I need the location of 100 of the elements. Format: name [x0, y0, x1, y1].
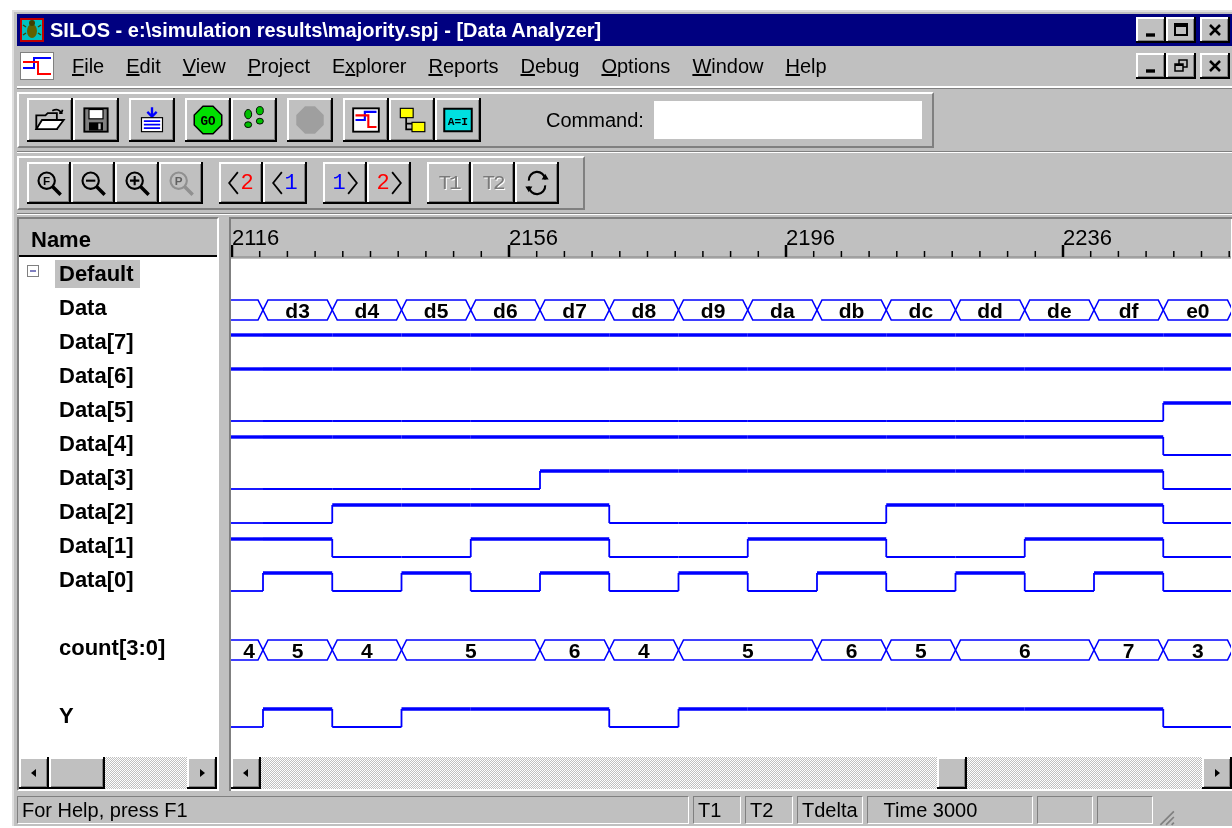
maximize-button[interactable] — [1166, 17, 1196, 43]
menu-item[interactable]: Project — [237, 54, 320, 78]
cursor-left-button[interactable]: 1 — [263, 162, 307, 204]
wave-button[interactable] — [343, 98, 389, 142]
chevron-left-icon — [228, 171, 240, 195]
step-button[interactable] — [231, 98, 277, 142]
signal-name[interactable]: Data[7] — [59, 329, 134, 355]
waveform-icon[interactable] — [20, 52, 54, 80]
close-button[interactable] — [1200, 53, 1230, 79]
chevron-right-icon — [346, 171, 358, 195]
menu-item[interactable]: Options — [591, 54, 681, 78]
signal-name[interactable]: count[3:0] — [59, 635, 166, 661]
right-arrow-icon — [197, 768, 207, 778]
bus-value: 5 — [291, 639, 304, 662]
scrollbar-thumb[interactable] — [937, 757, 967, 789]
status-panel — [1096, 796, 1153, 824]
refresh-icon — [523, 169, 551, 197]
status-panel: For Help, press F1 — [17, 796, 689, 824]
command-label: Command: — [546, 108, 644, 132]
octagon-icon — [295, 105, 325, 135]
window-title: SILOS - e:\simulation results\majority.spj - [Data Analyzer] — [50, 18, 603, 42]
bus-value: 6 — [1018, 639, 1031, 662]
bus-value: 5 — [915, 639, 927, 662]
scroll-right-button[interactable] — [1202, 757, 1232, 789]
signal-name[interactable]: Data — [59, 295, 107, 321]
zoom-out-icon — [79, 169, 107, 197]
menu-item[interactable]: File — [62, 54, 115, 78]
status-panel: T2 — [745, 796, 793, 824]
assign-button[interactable]: A=I — [435, 98, 481, 142]
chevron-right-icon — [390, 171, 402, 195]
time-label: 2156 — [509, 225, 558, 250]
signal-name[interactable]: Data[2] — [59, 499, 134, 525]
menu-item[interactable]: Window — [682, 54, 774, 78]
menu-item[interactable]: Help — [775, 54, 837, 78]
signal-name[interactable]: Y — [59, 703, 74, 729]
bus-value: 3 — [1192, 639, 1204, 662]
go-sign-icon: GO — [193, 105, 223, 135]
waveform-icon — [352, 106, 380, 134]
restore-button[interactable] — [1166, 53, 1196, 79]
chevron-left-icon — [272, 171, 284, 195]
assignment-icon: A=I — [443, 105, 473, 135]
refresh-button[interactable] — [515, 162, 559, 204]
bus-value: 4 — [361, 639, 373, 662]
group-name[interactable]: Default — [55, 260, 140, 288]
signal-name[interactable]: Data[6] — [59, 363, 134, 389]
menu-item[interactable]: Explorer — [321, 54, 417, 78]
collapse-icon[interactable] — [27, 265, 39, 277]
zoom-in-button[interactable] — [115, 162, 159, 204]
save-button[interactable] — [73, 98, 119, 142]
minimize-icon — [1145, 33, 1155, 37]
scroll-right-button[interactable] — [187, 757, 217, 789]
minimize-button[interactable] — [1136, 17, 1166, 43]
zoom-out-button[interactable] — [71, 162, 115, 204]
hierarchy-icon — [398, 106, 426, 134]
scroll-left-button[interactable] — [231, 757, 261, 789]
download-list-icon — [138, 106, 166, 134]
signal-name[interactable]: Data[1] — [59, 533, 134, 559]
left-arrow-icon — [241, 768, 251, 778]
bus-value: d8 — [631, 299, 657, 322]
minimize-icon — [1145, 69, 1155, 73]
close-button[interactable] — [1200, 17, 1230, 43]
menu-item[interactable]: Debug — [510, 54, 590, 78]
app-icon — [20, 18, 44, 42]
right-arrow-icon — [1212, 768, 1222, 778]
signal-name[interactable]: Data[0] — [59, 567, 134, 593]
open-button[interactable] — [27, 98, 73, 142]
scroll-left-button[interactable] — [19, 757, 49, 789]
bus-value: d7 — [562, 299, 587, 322]
time-label: 2236 — [1063, 225, 1112, 250]
zoom-full-button[interactable]: F — [27, 162, 71, 204]
load-button[interactable] — [129, 98, 175, 142]
scrollbar-thumb[interactable] — [49, 757, 105, 789]
signal-name[interactable]: Data[3] — [59, 465, 134, 491]
bus-value: d6 — [493, 299, 518, 322]
menu-item[interactable]: View — [172, 54, 236, 78]
bus-value: df — [1118, 299, 1139, 322]
bus-value: 4 — [243, 639, 255, 662]
signal-name[interactable]: Data[5] — [59, 397, 134, 423]
bus-value: d4 — [354, 299, 380, 322]
bus-value: 5 — [464, 639, 477, 662]
menu-item[interactable]: Edit — [116, 54, 171, 78]
status-panel: Tdelta — [797, 796, 863, 824]
signal-name[interactable]: Data[4] — [59, 431, 134, 457]
bus-value: 7 — [1122, 639, 1135, 662]
status-panel: T1 — [693, 796, 741, 824]
menu-item[interactable]: Reports — [418, 54, 509, 78]
bus-value: d3 — [285, 299, 310, 322]
zoom-in-icon — [123, 169, 151, 197]
bus-value: da — [770, 299, 795, 322]
bus-value: 5 — [741, 639, 754, 662]
go-button[interactable]: GO — [185, 98, 231, 142]
bus-value: dd — [977, 299, 1003, 322]
hierarchy-button[interactable] — [389, 98, 435, 142]
bus-value: 4 — [638, 639, 650, 662]
minimize-button[interactable] — [1136, 53, 1166, 79]
command-field[interactable] — [653, 101, 922, 139]
cursor-right-button[interactable]: 1 — [323, 162, 367, 204]
time-label: 2196 — [786, 225, 835, 250]
restore-icon — [1173, 59, 1189, 73]
bus-value: 6 — [845, 639, 858, 662]
